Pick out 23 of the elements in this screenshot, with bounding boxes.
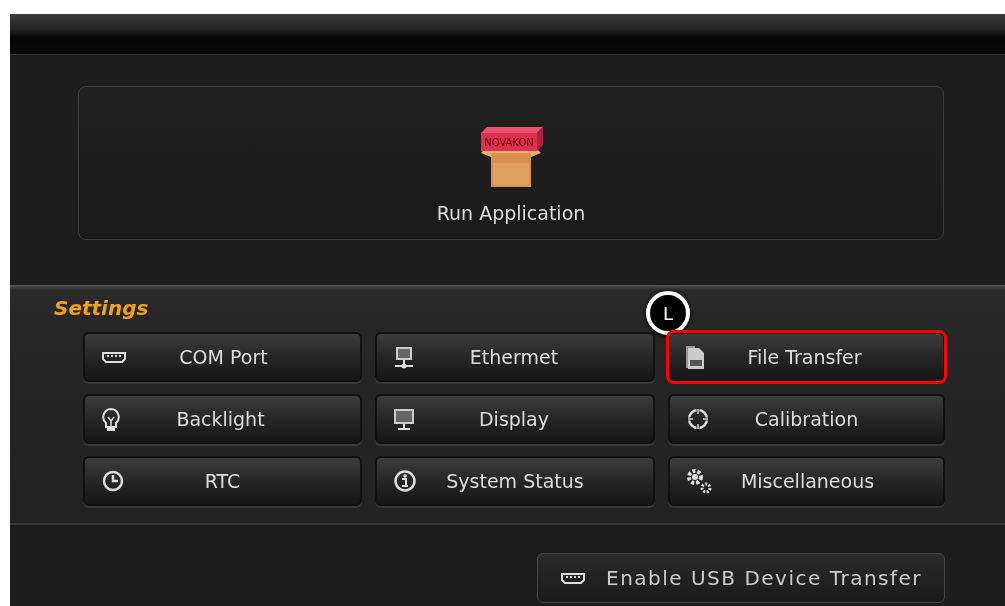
- settings-button[interactable]: System Status: [375, 456, 655, 506]
- settings-button[interactable]: Calibration: [668, 394, 945, 444]
- document-icon: [686, 344, 706, 370]
- monitor-icon: [393, 408, 415, 430]
- crosshair-icon: [686, 407, 710, 431]
- serial-port-icon: [560, 570, 586, 586]
- settings-button[interactable]: Backlight: [83, 394, 362, 444]
- settings-button[interactable]: Miscellaneous: [668, 456, 945, 506]
- clock-icon: [101, 469, 125, 493]
- run-application-button[interactable]: NOVAKON Run Application: [78, 86, 944, 240]
- usb-transfer-button[interactable]: Enable USB Device Transfer: [537, 553, 945, 603]
- settings-button[interactable]: RTC: [83, 456, 362, 506]
- serial-port-icon: [101, 349, 127, 365]
- settings-button[interactable]: Ethermet: [375, 332, 655, 382]
- info-icon: [393, 469, 417, 493]
- light-bulb-icon: [101, 406, 121, 432]
- gears-icon: [686, 468, 712, 494]
- settings-title: Settings: [54, 295, 149, 322]
- settings-button[interactable]: File Transfer: [668, 332, 945, 382]
- settings-button[interactable]: Display: [375, 394, 655, 444]
- network-monitor-icon: [393, 345, 415, 369]
- callout-marker: L: [646, 291, 690, 335]
- settings-button[interactable]: COM Port: [83, 332, 362, 382]
